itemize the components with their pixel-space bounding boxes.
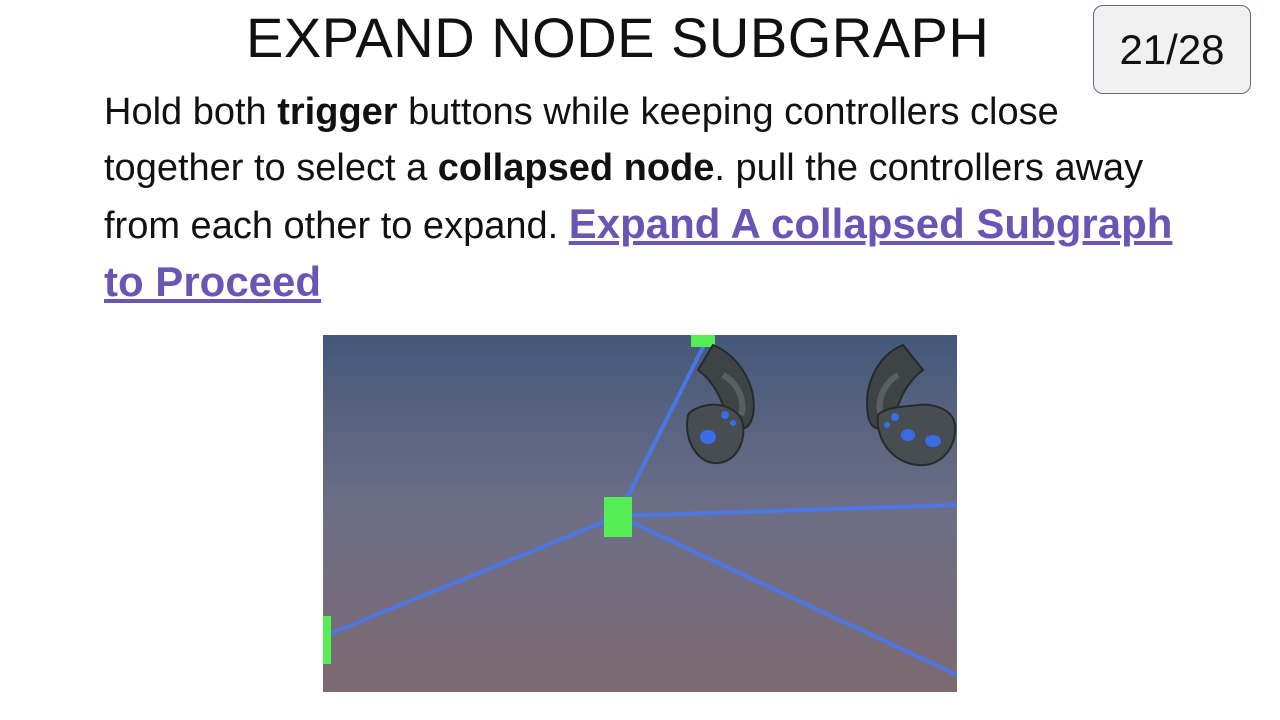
vr-scene-svg xyxy=(323,335,957,692)
slide-counter: 21/28 xyxy=(1093,5,1251,94)
graph-node-left xyxy=(323,616,331,664)
slide-counter-text: 21/28 xyxy=(1119,25,1225,73)
collapsed-node-emphasis: collapsed node xyxy=(437,147,715,189)
instructions-text-1: Hold both xyxy=(104,91,278,133)
collapsed-node xyxy=(604,497,632,537)
slide-title: EXPAND NODE SUBGRAPH xyxy=(246,6,990,69)
instructions-paragraph: Hold both trigger buttons while keeping … xyxy=(104,84,1184,312)
trigger-emphasis: trigger xyxy=(277,91,398,133)
vr-scene-image xyxy=(323,335,957,692)
graph-node-top xyxy=(691,335,715,347)
